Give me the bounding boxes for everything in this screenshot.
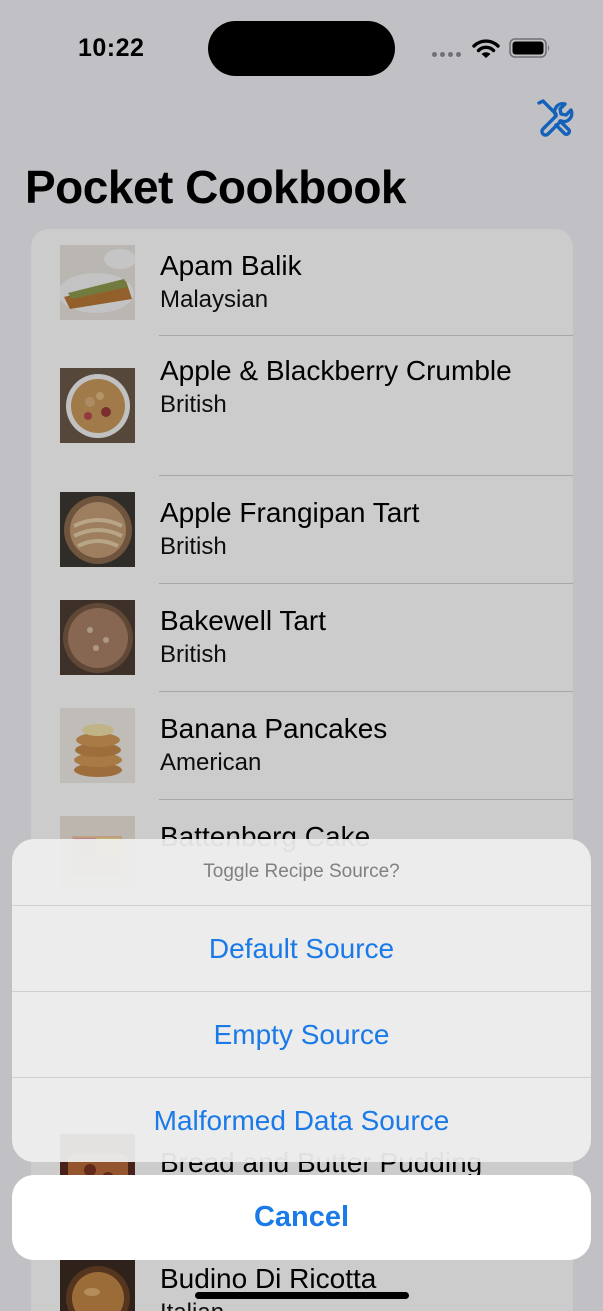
home-indicator[interactable] — [195, 1292, 409, 1299]
action-sheet: Toggle Recipe Source? Default Source Emp… — [12, 839, 591, 1162]
app-screen: 10:22 Pocket Cookbook Apam Balik Malaysi… — [0, 0, 603, 1311]
default-source-button[interactable]: Default Source — [12, 905, 591, 991]
action-sheet-title: Toggle Recipe Source? — [203, 861, 400, 882]
malformed-data-source-button[interactable]: Malformed Data Source — [12, 1077, 591, 1162]
empty-source-button[interactable]: Empty Source — [12, 991, 591, 1077]
cancel-button[interactable]: Cancel — [12, 1175, 591, 1260]
